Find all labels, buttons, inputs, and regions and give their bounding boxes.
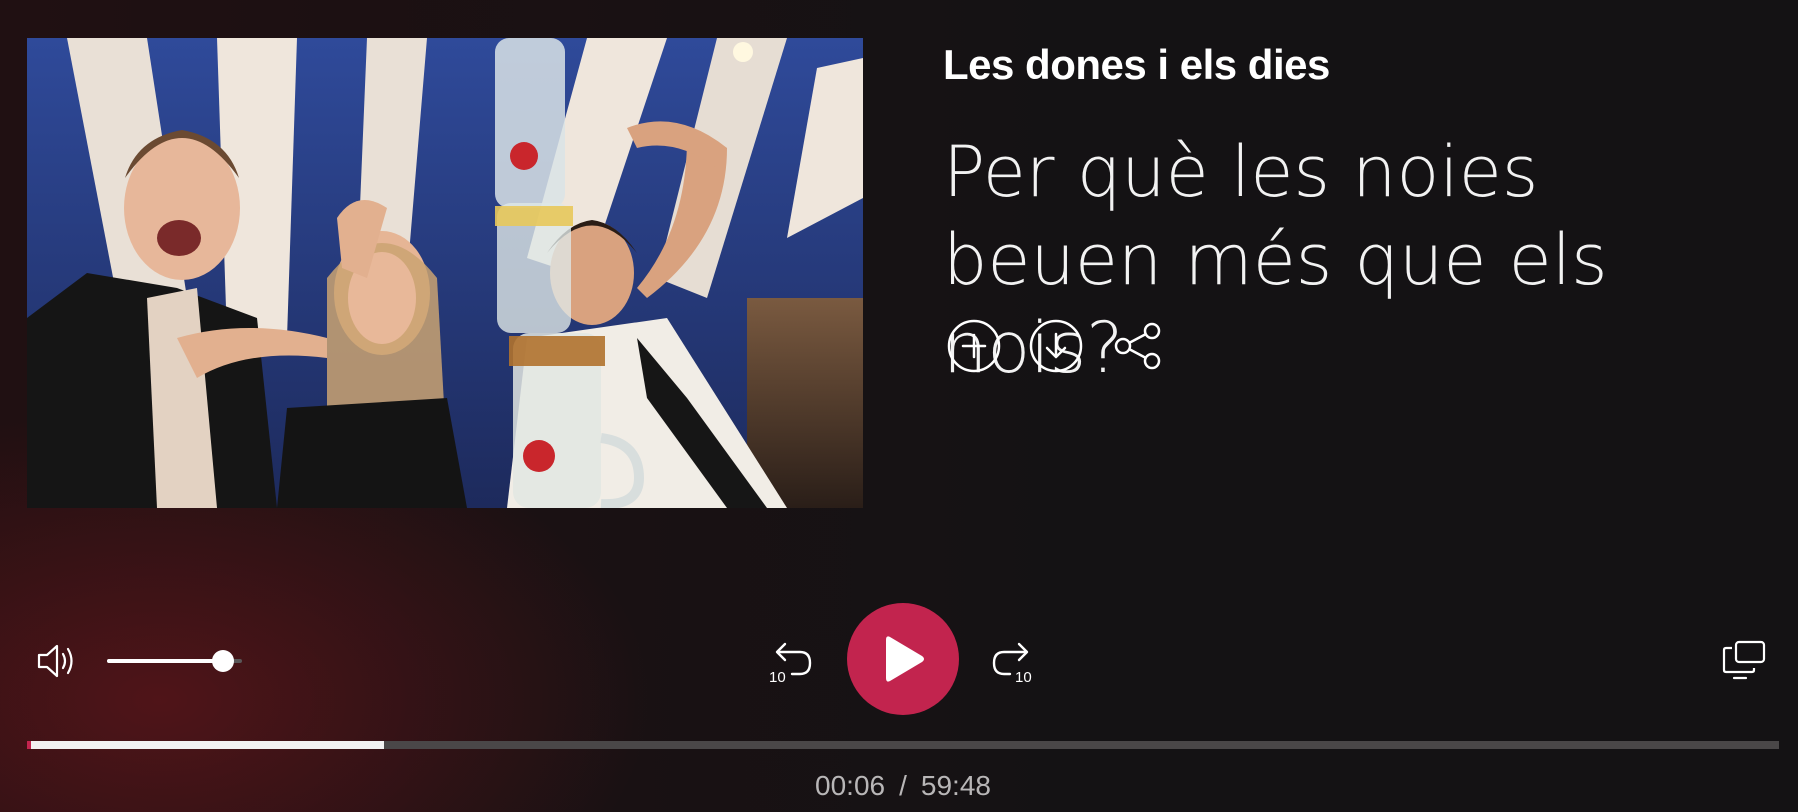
current-time: 00:06	[815, 770, 886, 801]
episode-actions	[946, 318, 1166, 374]
rewind-10-icon: 10	[769, 642, 812, 686]
time-separator: /	[899, 770, 907, 801]
share-icon	[1114, 322, 1161, 370]
picture-in-picture-icon	[1722, 640, 1766, 680]
time-display: 00:06 / 59:48	[0, 770, 1798, 802]
volume-slider-fill	[107, 659, 224, 663]
volume-slider[interactable]	[107, 650, 242, 672]
download-button[interactable]	[1028, 318, 1084, 374]
skip-back-label: 10	[769, 669, 786, 684]
plus-circle-icon	[947, 319, 1001, 373]
playback-progress-fill	[27, 741, 385, 749]
play-icon	[886, 636, 924, 682]
skip-back-10-button[interactable]: 10	[766, 638, 814, 686]
speaker-volume-icon	[37, 644, 73, 678]
forward-10-icon: 10	[992, 642, 1032, 686]
add-to-list-button[interactable]	[946, 318, 1002, 374]
skip-forward-label: 10	[1015, 669, 1032, 684]
skip-forward-10-button[interactable]: 10	[990, 638, 1038, 686]
progress-start-marker	[27, 741, 31, 749]
download-circle-icon	[1029, 319, 1083, 373]
play-button[interactable]	[847, 603, 959, 715]
player-controls: 10 10	[0, 600, 1798, 720]
episode-artwork	[27, 38, 863, 508]
volume-button[interactable]	[36, 642, 82, 680]
total-duration: 59:48	[920, 770, 991, 801]
playback-progress-bar[interactable]	[27, 741, 1779, 749]
share-button[interactable]	[1110, 318, 1166, 374]
picture-in-picture-button[interactable]	[1722, 638, 1768, 684]
volume-slider-thumb[interactable]	[212, 650, 235, 672]
program-name[interactable]: Les dones i els dies	[943, 40, 1330, 90]
